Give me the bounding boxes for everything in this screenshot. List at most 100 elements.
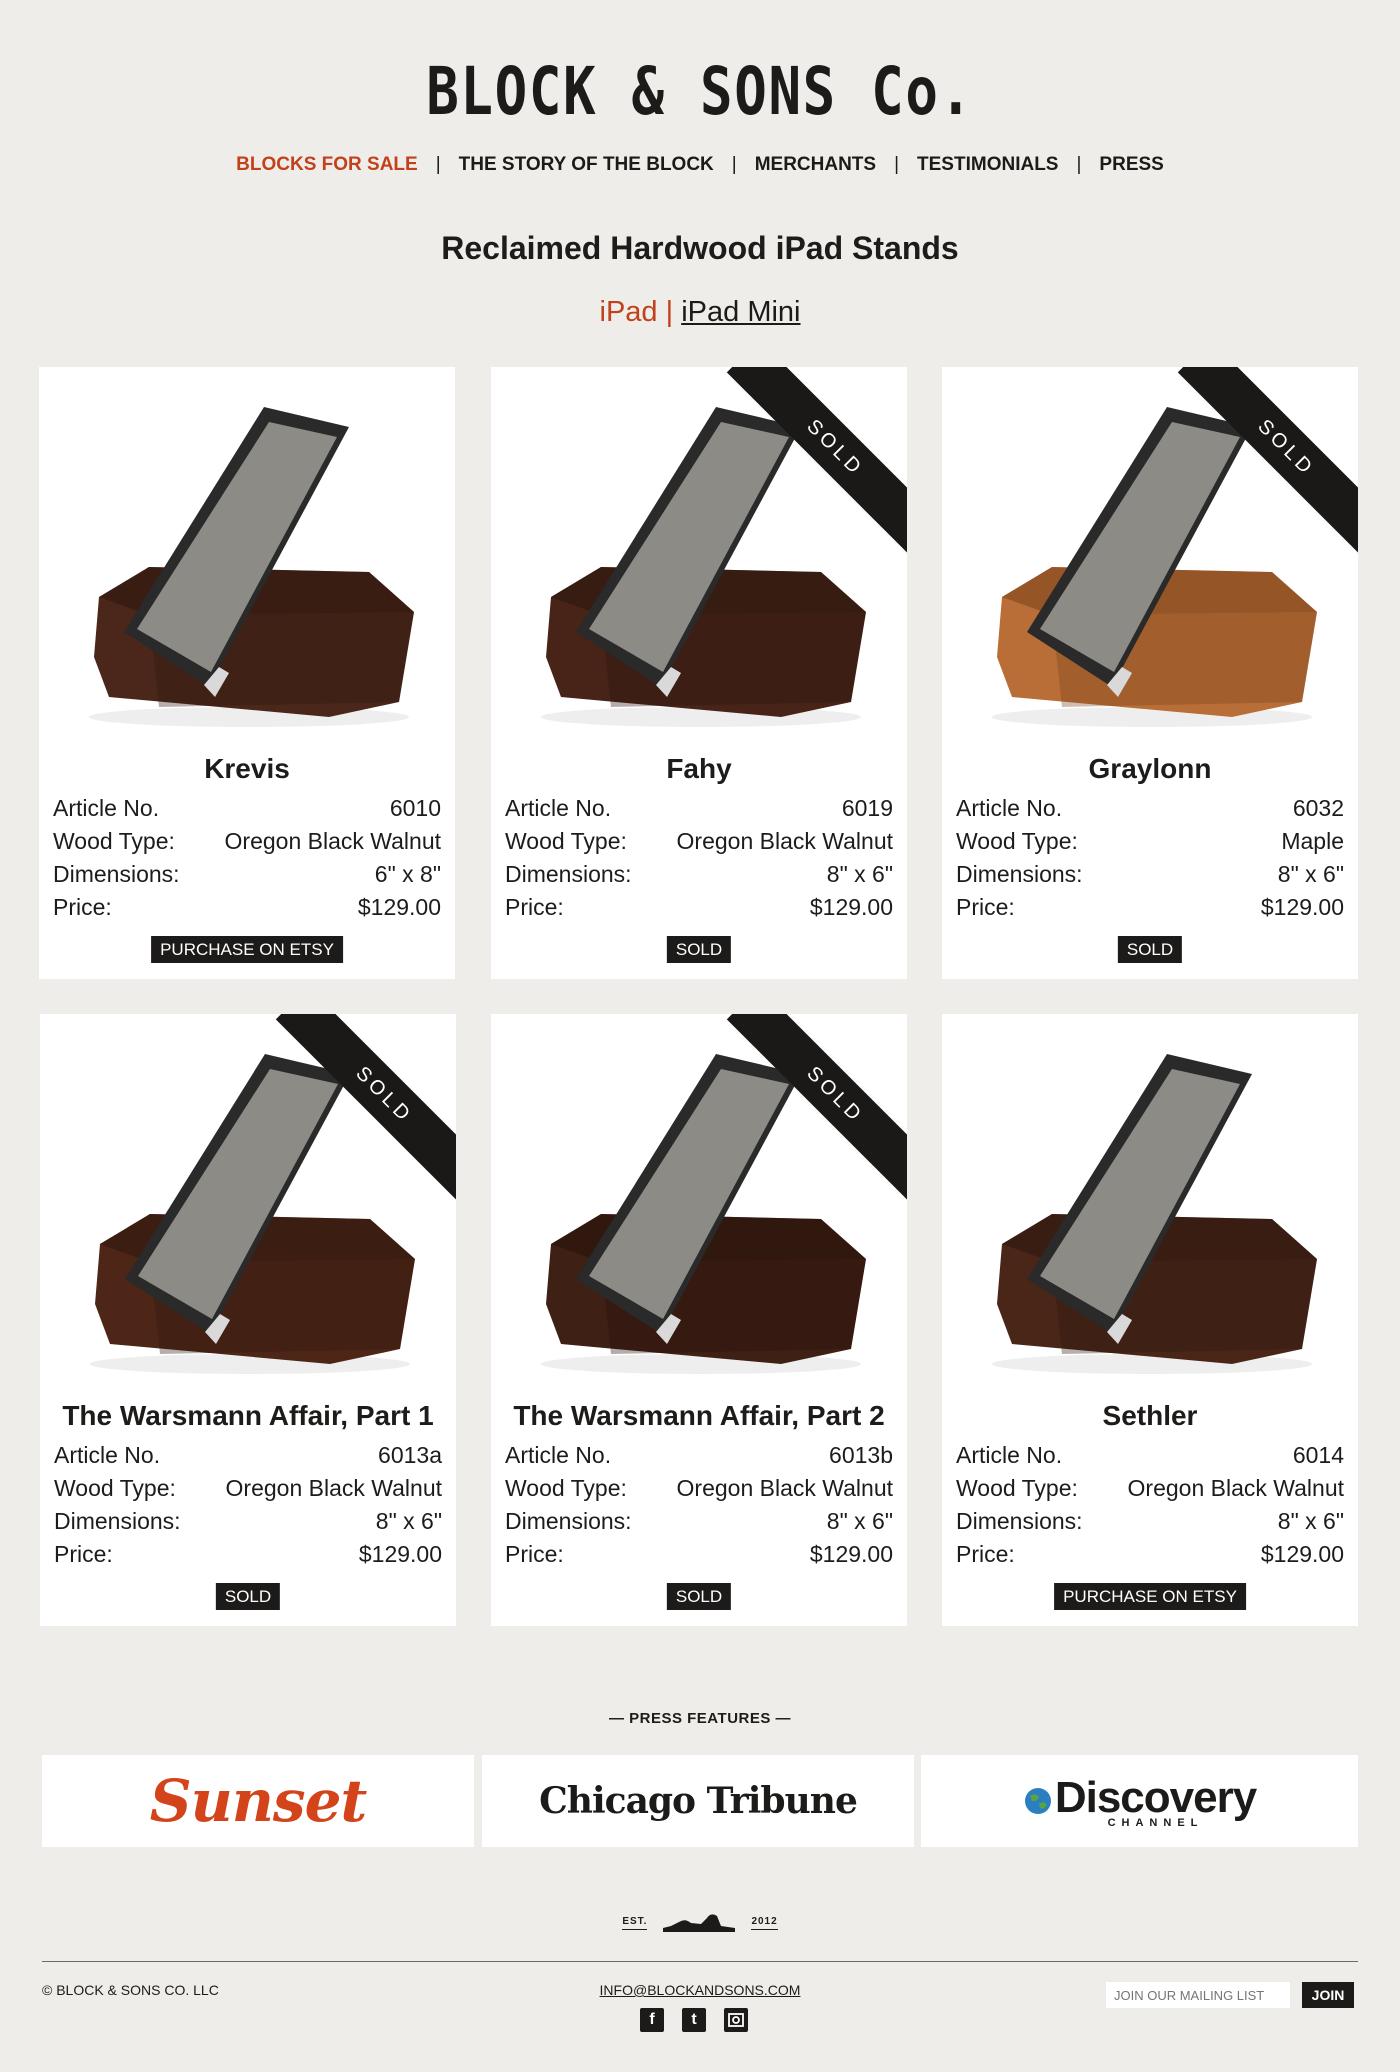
product-card[interactable]: SOLD Graylonn Article No. 6032 Wood Type: M… bbox=[942, 367, 1358, 979]
wood-value: Oregon Black Walnut bbox=[224, 828, 441, 854]
price-value: $129.00 bbox=[357, 894, 441, 920]
product-photo bbox=[992, 407, 1317, 727]
established-mark: EST. 2012 bbox=[0, 1910, 1400, 1936]
main-nav: BLOCKS FOR SALE | THE STORY OF THE BLOCK… bbox=[0, 154, 1400, 176]
globe-icon bbox=[1024, 1788, 1051, 1814]
hand-plane-icon bbox=[663, 1914, 736, 1932]
product-photo bbox=[89, 407, 414, 727]
product-photo bbox=[90, 1054, 415, 1374]
price-value: $129.00 bbox=[809, 894, 893, 920]
product-name[interactable]: The Warsmann Affair, Part 1 bbox=[40, 1400, 456, 1432]
wood-value: Oregon Black Walnut bbox=[676, 828, 893, 854]
product-specs: Article No. 6019 Wood Type: Oregon Black W… bbox=[505, 792, 893, 924]
price-label: Price: bbox=[505, 894, 564, 920]
article-label: Article No. bbox=[505, 795, 612, 821]
dimensions-value: 8" x 6" bbox=[1277, 1508, 1344, 1534]
article-value: 6013a bbox=[378, 1442, 442, 1468]
product-card[interactable]: SOLD The Warsmann Affair, Part 2 Article … bbox=[491, 1014, 907, 1626]
product-card[interactable]: Krevis Article No. 6010 Wood Type: Oregon … bbox=[39, 367, 455, 979]
price-label: Price: bbox=[54, 1541, 113, 1567]
dimensions-label: Dimensions: bbox=[54, 1508, 181, 1534]
press-logo-chicago-tribune[interactable]: Chicago Tribune bbox=[482, 1755, 914, 1847]
subnav-ipad[interactable]: iPad bbox=[600, 296, 658, 328]
wood-label: Wood Type: bbox=[505, 828, 627, 854]
page-title: Reclaimed Hardwood iPad Stands bbox=[441, 230, 959, 266]
product-photo bbox=[541, 1054, 866, 1374]
product-name[interactable]: The Warsmann Affair, Part 2 bbox=[491, 1400, 907, 1432]
dimensions-value: 8" x 6" bbox=[826, 861, 893, 887]
twitter-icon[interactable]: t bbox=[682, 2008, 706, 2032]
subnav-separator: | bbox=[665, 296, 674, 328]
nav-press[interactable]: PRESS bbox=[1081, 154, 1181, 176]
product-specs: Article No. 6010 Wood Type: Oregon Black W… bbox=[53, 792, 441, 924]
dimensions-label: Dimensions: bbox=[53, 861, 180, 887]
dimensions-label: Dimensions: bbox=[505, 1508, 632, 1534]
article-label: Article No. bbox=[53, 795, 160, 821]
article-value: 6019 bbox=[841, 795, 893, 821]
sold-badge: SOLD bbox=[666, 1583, 732, 1610]
subnav-ipad-mini[interactable]: iPad Mini bbox=[681, 296, 800, 328]
nav-story[interactable]: THE STORY OF THE BLOCK bbox=[441, 154, 732, 176]
product-name[interactable]: Fahy bbox=[491, 753, 907, 785]
product-card[interactable]: Sethler Article No. 6014 Wood Type: Oregon… bbox=[942, 1014, 1358, 1626]
product-name[interactable]: Krevis bbox=[39, 753, 455, 785]
article-value: 6014 bbox=[1292, 1442, 1344, 1468]
product-name[interactable]: Sethler bbox=[942, 1400, 1358, 1432]
purchase-on-etsy-button[interactable]: PURCHASE ON ETSY bbox=[1054, 1583, 1246, 1610]
press-logo-discovery[interactable]: Discovery CHANNEL bbox=[921, 1755, 1358, 1847]
price-value: $129.00 bbox=[1260, 1541, 1344, 1567]
price-label: Price: bbox=[956, 894, 1015, 920]
footer-divider bbox=[42, 1961, 1358, 1962]
email-link[interactable]: INFO@BLOCKANDSONS.COM bbox=[600, 1982, 801, 1998]
article-label: Article No. bbox=[956, 795, 1063, 821]
discovery-logo: Discovery CHANNEL bbox=[1023, 1773, 1257, 1829]
wood-value: Oregon Black Walnut bbox=[225, 1475, 442, 1501]
est-label: EST. bbox=[622, 1916, 648, 1930]
product-card[interactable]: SOLD Fahy Article No. 6019 Wood Type: Orego… bbox=[491, 367, 907, 979]
product-specs: Article No. 6013b Wood Type: Oregon Black … bbox=[505, 1439, 893, 1571]
brand-logo[interactable]: BLOCK & SONS Co. bbox=[126, 52, 1274, 132]
social-links: f t bbox=[640, 2008, 748, 2032]
facebook-icon[interactable]: f bbox=[640, 2008, 664, 2032]
wood-value: Maple bbox=[1281, 828, 1344, 854]
product-specs: Article No. 6014 Wood Type: Oregon Black W… bbox=[956, 1439, 1344, 1571]
product-name[interactable]: Graylonn bbox=[942, 753, 1358, 785]
product-subnav: iPad | iPad Mini bbox=[0, 296, 1400, 329]
join-button[interactable]: JOIN bbox=[1302, 1982, 1354, 2008]
mailing-list-input[interactable] bbox=[1106, 1982, 1290, 2008]
article-value: 6013b bbox=[829, 1442, 893, 1468]
price-value: $129.00 bbox=[809, 1541, 893, 1567]
product-card[interactable]: SOLD The Warsmann Affair, Part 1 Article … bbox=[40, 1014, 456, 1626]
sold-badge: SOLD bbox=[215, 1583, 281, 1610]
wood-value: Oregon Black Walnut bbox=[676, 1475, 893, 1501]
wood-label: Wood Type: bbox=[505, 1475, 627, 1501]
article-value: 6010 bbox=[389, 795, 441, 821]
wood-label: Wood Type: bbox=[54, 1475, 176, 1501]
price-label: Price: bbox=[505, 1541, 564, 1567]
sold-badge: SOLD bbox=[1117, 936, 1183, 963]
instagram-icon[interactable] bbox=[724, 2008, 748, 2032]
sunset-logo: Sunset bbox=[149, 1767, 368, 1835]
article-label: Article No. bbox=[956, 1442, 1063, 1468]
dimensions-value: 8" x 6" bbox=[826, 1508, 893, 1534]
dimensions-value: 8" x 6" bbox=[1277, 861, 1344, 887]
article-value: 6032 bbox=[1292, 795, 1344, 821]
dimensions-label: Dimensions: bbox=[505, 861, 632, 887]
wood-label: Wood Type: bbox=[956, 1475, 1078, 1501]
product-photo bbox=[541, 407, 866, 727]
price-value: $129.00 bbox=[1260, 894, 1344, 920]
dimensions-label: Dimensions: bbox=[956, 1508, 1083, 1534]
press-heading: — PRESS FEATURES — bbox=[608, 1710, 792, 1727]
product-specs: Article No. 6032 Wood Type: Maple Dimensio… bbox=[956, 792, 1344, 924]
chicago-tribune-logo: Chicago Tribune bbox=[539, 1780, 858, 1822]
est-year: 2012 bbox=[751, 1916, 778, 1930]
dimensions-label: Dimensions: bbox=[956, 861, 1083, 887]
nav-merchants[interactable]: MERCHANTS bbox=[737, 154, 894, 176]
product-photo bbox=[992, 1054, 1317, 1374]
purchase-on-etsy-button[interactable]: PURCHASE ON ETSY bbox=[151, 936, 343, 963]
price-label: Price: bbox=[53, 894, 112, 920]
article-label: Article No. bbox=[505, 1442, 612, 1468]
nav-testimonials[interactable]: TESTIMONIALS bbox=[899, 154, 1076, 176]
nav-blocks-for-sale[interactable]: BLOCKS FOR SALE bbox=[218, 154, 436, 176]
press-logo-sunset[interactable]: Sunset bbox=[42, 1755, 474, 1847]
